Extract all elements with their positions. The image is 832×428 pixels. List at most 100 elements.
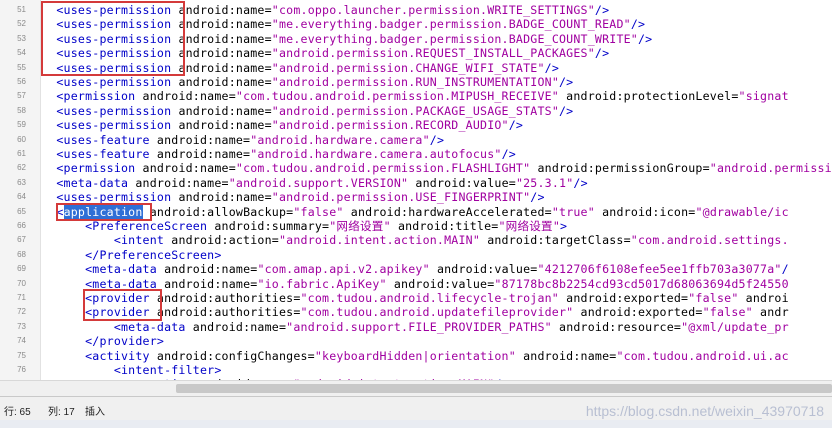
code-token: android:name= (156, 276, 258, 291)
code-token: android:resource= (551, 319, 682, 334)
code-token: /> (559, 103, 574, 118)
line-number: 68 (17, 249, 26, 259)
cursor-column: 列: 17 (48, 407, 75, 418)
code-text: </PreferenceScreen> (42, 248, 222, 262)
line-number: 71 (17, 293, 26, 302)
code-token: android:name= (515, 348, 617, 363)
code-token: <intent (113, 233, 165, 248)
code-token: android:authorities= (149, 305, 301, 320)
line-number: 62 (17, 163, 26, 173)
code-token: "com.android.settings. (630, 233, 789, 248)
line-number: 72 (17, 307, 26, 317)
code-token: android:value= (408, 175, 516, 190)
code-line: 66 <PreferenceScreen android:summary="网络… (0, 219, 832, 233)
code-token: android:value= (429, 262, 538, 277)
code-token: android:summary= (207, 219, 330, 233)
code-token: /> (530, 190, 545, 205)
code-token: "25.3.1" (515, 175, 574, 190)
code-token: android:name= (156, 262, 258, 277)
line-number: 56 (17, 77, 26, 86)
code-token: android:permissionGroup= (530, 161, 710, 176)
code-token: "com.tudou.android.lifecycle-trojan" (300, 291, 559, 305)
code-token: android:name= (171, 60, 272, 75)
code-text: <permission android:name="com.tudou.andr… (42, 89, 789, 103)
code-token: > (560, 219, 568, 233)
line-number: 52 (17, 19, 26, 29)
code-token: "me.everything.badger.permission.BADGE_C… (271, 17, 631, 32)
code-line: 58 <uses-permission android:name="androi… (0, 104, 832, 118)
cursor-row: 行: 65 (4, 407, 31, 418)
code-token: android:name= (171, 75, 272, 89)
code-token: /> (573, 175, 588, 190)
code-token: "android.support.VERSION" (228, 175, 409, 190)
code-token: /> (637, 31, 653, 46)
code-token: android:value= (386, 276, 495, 291)
code-token: "android.hardware.camera" (250, 132, 430, 147)
code-token: android:targetClass= (480, 233, 631, 248)
code-line: 56 <uses-permission android:name="androi… (0, 75, 832, 89)
code-token: /> (594, 46, 610, 61)
line-number: 69 (17, 264, 26, 274)
code-token: android:exported= (573, 305, 703, 320)
code-token: "com.amap.api.v2.apikey" (257, 262, 430, 277)
line-number: 66 (17, 221, 26, 230)
code-token: "signat (738, 89, 789, 104)
code-token: "com.tudou.android.permission.MIPUSH_REC… (235, 89, 559, 104)
code-token: android:name= (135, 161, 236, 176)
code-token: </PreferenceScreen> (85, 247, 222, 262)
line-number: 51 (17, 5, 26, 14)
code-line: 57 <permission android:name="com.tudou.a… (0, 89, 832, 103)
scrollbar-thumb[interactable] (176, 384, 832, 393)
code-token: /> (508, 118, 524, 133)
line-number: 73 (17, 321, 26, 331)
code-token: <meta-data (56, 175, 129, 190)
annotation-box-application (56, 203, 152, 221)
code-token: "me.everything.badger.permission.BADGE_C… (271, 31, 638, 46)
code-token: "keyboardHidden|orientation" (314, 348, 516, 363)
line-number: 53 (17, 33, 26, 43)
window-bottom-edge (0, 420, 832, 428)
code-token: android:name= (128, 175, 229, 190)
code-token: android:name= (171, 190, 272, 205)
line-number: 76 (17, 365, 26, 374)
code-token: <meta-data (85, 262, 157, 277)
line-number: 59 (17, 120, 26, 130)
code-token: andr (752, 305, 789, 320)
code-token: android:name= (171, 31, 272, 46)
code-text: <uses-feature android:name="android.hard… (42, 133, 444, 147)
code-token: / (781, 262, 789, 277)
code-text: <meta-data android:name="android.support… (42, 320, 789, 334)
code-token: /> (594, 3, 610, 17)
code-token: <uses-permission (56, 118, 172, 133)
code-token: android:hardwareAccelerated= (343, 204, 552, 219)
code-text: <uses-permission android:name="android.p… (42, 75, 573, 89)
code-token: <activity (85, 348, 150, 363)
code-token: /> (559, 75, 574, 89)
code-token: <uses-feature (56, 132, 150, 147)
code-text: <uses-feature android:name="android.hard… (42, 147, 516, 161)
code-line: 67 <intent android:action="android.inten… (0, 233, 832, 247)
code-token: "android.permission.RUN_INSTRUMENTATION" (271, 75, 559, 89)
code-line: 74 </provider> (0, 334, 832, 348)
code-token: android:allowBackup= (142, 204, 294, 219)
code-line: 62 <permission android:name="com.tudou.a… (0, 161, 832, 175)
code-text: <PreferenceScreen android:summary="网络设置"… (42, 219, 567, 233)
code-token: "网络设置" (498, 219, 561, 233)
code-text: </provider> (42, 334, 164, 348)
horizontal-scrollbar[interactable] (0, 380, 832, 396)
code-token: android:name= (171, 17, 272, 32)
code-token: "android.permission.PACKAGE_USAGE_STATS" (271, 103, 559, 118)
code-editor[interactable]: 51 <uses-permission android:name="com.op… (0, 0, 832, 380)
